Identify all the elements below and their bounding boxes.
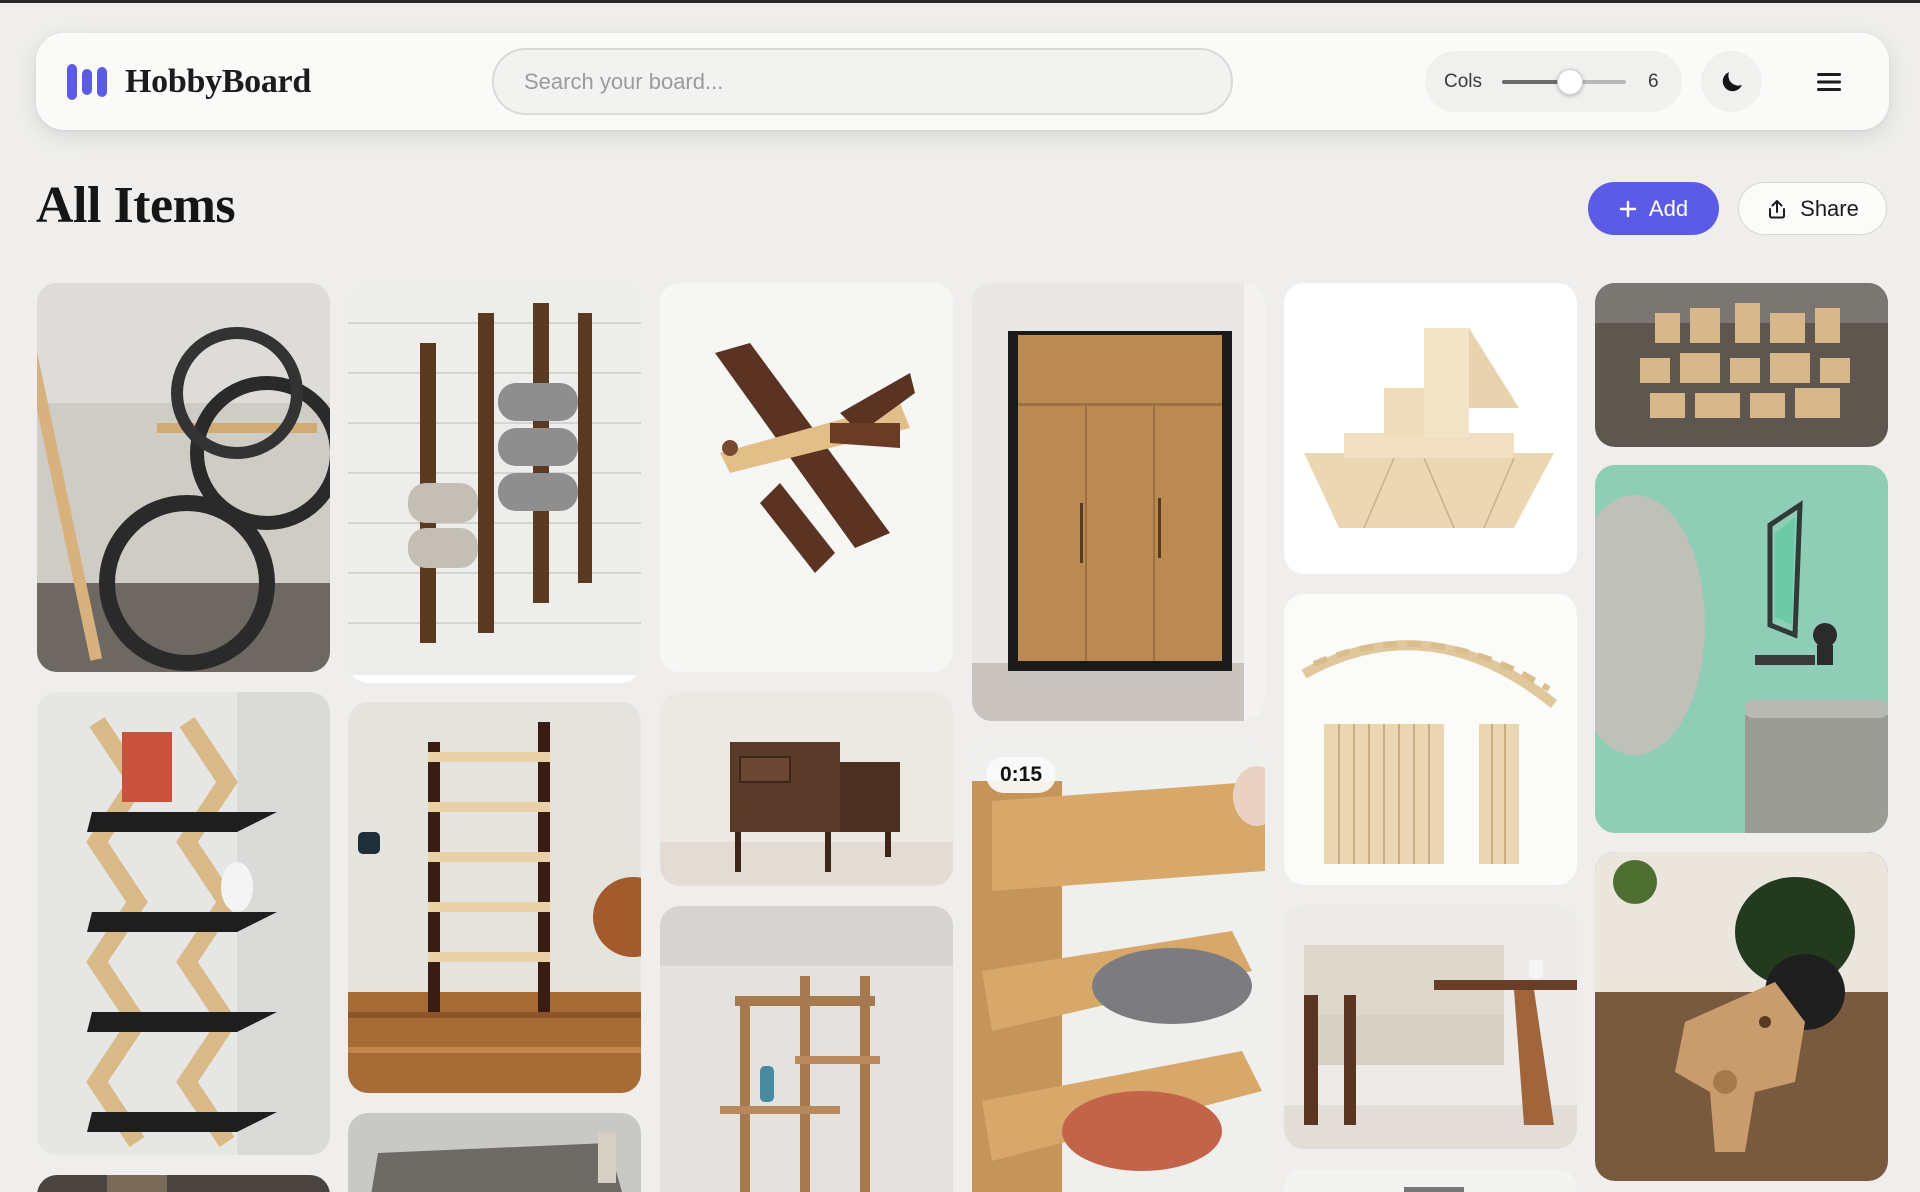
ladder-shelf-photo[interactable] [660,906,953,1192]
bike-rack-photo[interactable] [37,283,330,672]
sofa-table-photo[interactable] [1284,905,1577,1149]
zigzag-shelf-photo[interactable] [37,692,330,1155]
partial-photo-col5[interactable] [1284,1169,1577,1192]
nightstands-photo[interactable] [660,692,953,886]
wooden-dinosaur-photo[interactable] [1595,852,1888,1181]
wooden-airplane-photo[interactable] [660,283,953,672]
video-duration-badge: 0:15 [986,757,1057,793]
stick-bridge-photo[interactable] [1284,594,1577,885]
wardrobe-photo[interactable] [972,283,1265,721]
partial-photo-col1[interactable] [37,1175,330,1192]
shoe-rack-video[interactable]: 0:15 [972,741,1265,1192]
block-boat-photo[interactable] [1284,283,1577,574]
wood-blocks-photo[interactable] [1595,283,1888,447]
bookshelf-photo[interactable] [348,702,641,1093]
crystal-lamp-photo[interactable] [1595,465,1888,833]
desk-photo[interactable] [348,1113,641,1192]
towel-rack-photo[interactable] [348,283,641,683]
item-grid: 0:15 [0,0,1920,1192]
